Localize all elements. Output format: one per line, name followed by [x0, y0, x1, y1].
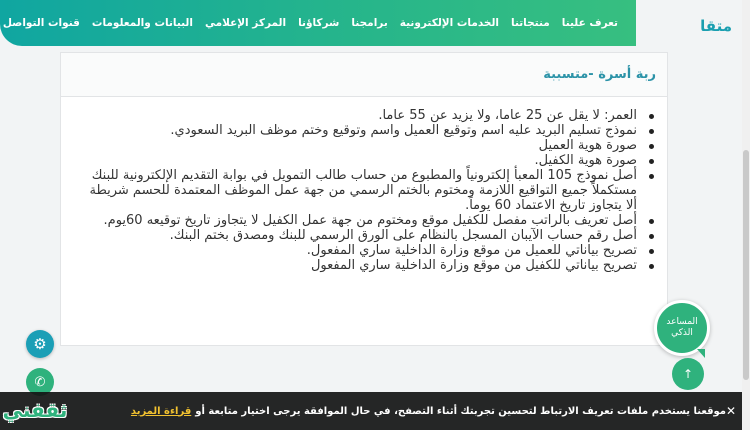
scroll-top-button[interactable]: ↑	[672, 358, 704, 390]
nav-programs[interactable]: برامجنا	[345, 17, 393, 29]
assistant-label-2: الذكي	[671, 328, 693, 338]
list-item: نموذج تسليم البريد عليه اسم وتوقيع العمي…	[75, 123, 654, 138]
nav-media[interactable]: المركز الإعلامي	[199, 17, 292, 29]
list-item: أصل تعريف بالراتب مفصل للكفيل موقع ومختو…	[75, 213, 654, 228]
list-item: صورة هوية العميل	[75, 138, 654, 153]
nav-products[interactable]: منتجاتنا	[505, 17, 556, 29]
main-nav: تعرف علينا منتجاتنا الخدمات الإلكترونية …	[0, 0, 636, 46]
scrollbar-thumb[interactable]	[743, 150, 749, 380]
list-item: تصريح بياناتي للعميل من موقع وزارة الداخ…	[75, 243, 654, 258]
page-scrollbar[interactable]	[742, 0, 750, 430]
cookie-text: موقعنا يستخدم ملفات تعريف الارتباط لتحسي…	[195, 405, 726, 417]
list-item: أصل رقم حساب الآيبان المسجل بالنظام على …	[75, 228, 654, 243]
phone-icon: ✆	[34, 374, 46, 390]
requirements-card: ربة أسرة -متسببة العمر: لا يقل عن 25 عام…	[60, 52, 668, 346]
list-item: صورة هوية الكفيل.	[75, 153, 654, 168]
nav-data[interactable]: البيانات والمعلومات	[86, 17, 199, 29]
list-item: العمر: لا يقل عن 25 عاما، ولا يزيد عن 55…	[75, 108, 654, 123]
nav-partners[interactable]: شركاؤنا	[292, 17, 345, 29]
cookie-read-more-link[interactable]: قراءة المزيد	[131, 406, 191, 417]
requirements-list: العمر: لا يقل عن 25 عاما، ولا يزيد عن 55…	[61, 108, 667, 273]
card-title[interactable]: ربة أسرة -متسببة	[61, 53, 667, 97]
close-icon[interactable]: ✕	[726, 404, 736, 418]
settings-button[interactable]: ⚙	[26, 330, 54, 358]
nav-about[interactable]: تعرف علينا	[556, 17, 624, 29]
nav-contact[interactable]: قنوات التواصل	[0, 17, 86, 29]
cookie-banner: موقعنا يستخدم ملفات تعريف الارتباط لتحسي…	[0, 392, 742, 430]
list-item: أصل نموذج 105 المعبأ إلكترونياً والمطبوع…	[75, 168, 654, 213]
assistant-label-1: المساعد	[666, 317, 698, 327]
site-logo: ثقفني	[2, 398, 68, 422]
nav-eservices[interactable]: الخدمات الإلكترونية	[394, 17, 505, 29]
smart-assistant-button[interactable]: المساعد الذكي	[654, 300, 710, 358]
brand-name[interactable]: متقا	[700, 17, 732, 35]
arrow-up-icon: ↑	[682, 367, 694, 381]
list-item: تصريح بياناتي للكفيل من موقع وزارة الداخ…	[75, 258, 654, 273]
gear-icon: ⚙	[33, 335, 47, 353]
